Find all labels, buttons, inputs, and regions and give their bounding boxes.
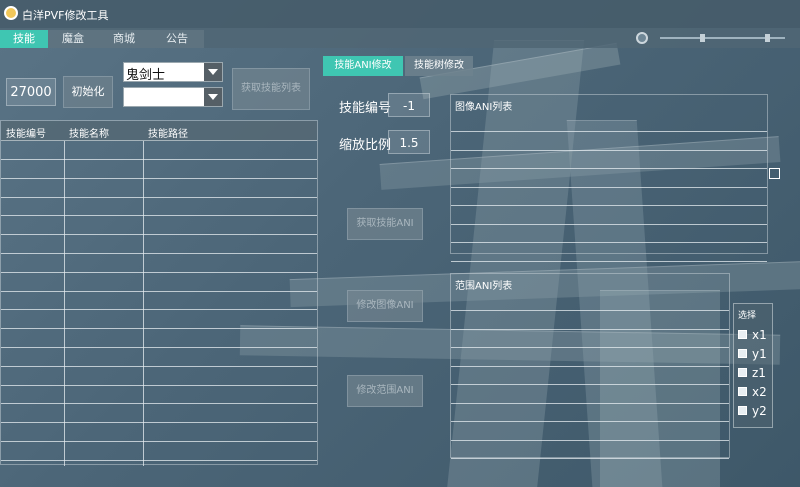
tab-skill-ani[interactable]: 技能ANI修改	[323, 56, 403, 76]
tab-skill[interactable]: 技能	[0, 30, 48, 48]
option-label: x2	[752, 385, 767, 399]
table-row[interactable]	[1, 422, 317, 424]
table-row[interactable]	[1, 365, 317, 367]
chevron-down-icon[interactable]	[204, 63, 222, 81]
list-item[interactable]	[451, 168, 767, 169]
table-row[interactable]	[1, 384, 317, 386]
option-label: y2	[752, 404, 767, 418]
tab-notice[interactable]: 公告	[150, 30, 204, 48]
table-row[interactable]	[1, 347, 317, 348]
col-header-path: 技能路径	[148, 129, 188, 140]
get-skill-list-button[interactable]: 获取技能列表	[232, 68, 310, 110]
app-title: 白洋PVF修改工具	[22, 9, 109, 22]
list-item[interactable]	[451, 458, 729, 459]
get-ani-button[interactable]: 获取技能ANI	[347, 208, 423, 240]
list-item[interactable]	[451, 242, 767, 243]
col-header-name: 技能名称	[69, 129, 109, 140]
list-item[interactable]	[451, 347, 729, 348]
skill-id-field[interactable]: -1	[388, 93, 430, 117]
column-divider	[64, 141, 65, 466]
table-row[interactable]	[1, 253, 317, 254]
tab-mall[interactable]: 商城	[98, 30, 150, 48]
tab-magic-box[interactable]: 魔盒	[48, 30, 98, 48]
range-ani-list[interactable]: 范围ANI列表	[450, 273, 730, 459]
table-row[interactable]	[1, 271, 317, 273]
skill-table[interactable]: 技能编号 技能名称 技能路径	[0, 120, 318, 466]
list-item[interactable]	[451, 260, 767, 262]
scale-label: 缩放比例	[339, 138, 392, 153]
image-ani-list[interactable]: 图像ANI列表	[450, 94, 768, 262]
table-header: 技能编号 技能名称 技能路径	[1, 121, 317, 141]
table-row[interactable]	[1, 309, 317, 311]
slider-handle[interactable]	[700, 34, 705, 42]
list-item[interactable]	[451, 310, 729, 311]
code-field[interactable]: 27000	[6, 78, 56, 106]
table-row[interactable]	[1, 234, 317, 236]
list-item[interactable]	[451, 439, 729, 441]
checkbox[interactable]	[738, 349, 747, 358]
checkbox[interactable]	[738, 368, 747, 377]
table-row[interactable]	[1, 177, 317, 179]
skill-id-label: 技能编号	[339, 101, 392, 116]
col-header-id: 技能编号	[6, 129, 46, 140]
list-item[interactable]	[451, 205, 767, 206]
job-select-value: 鬼剑士	[126, 68, 166, 83]
slider-handle-end[interactable]	[765, 34, 770, 42]
checkbox[interactable]	[738, 387, 747, 396]
list-item[interactable]	[451, 365, 729, 367]
table-row[interactable]	[1, 159, 317, 160]
tab-skill-tree[interactable]: 技能树修改	[405, 56, 473, 76]
list-item[interactable]	[451, 223, 767, 225]
option-label: x1	[752, 328, 767, 342]
job-select[interactable]: 鬼剑士	[123, 62, 223, 83]
list-item[interactable]	[451, 421, 729, 422]
chevron-down-icon[interactable]	[204, 88, 222, 106]
option-label: y1	[752, 347, 767, 361]
table-row[interactable]	[1, 215, 317, 217]
title-bar: 白洋PVF修改工具	[0, 0, 800, 28]
list-item[interactable]	[451, 131, 767, 132]
init-button[interactable]: 初始化	[63, 76, 113, 108]
list-item[interactable]	[451, 402, 729, 404]
table-row[interactable]	[1, 441, 317, 442]
table-row[interactable]	[1, 328, 317, 330]
axis-select-panel: 选择 x1 y1 z1 x2 y2	[733, 303, 773, 428]
table-row[interactable]	[1, 459, 317, 461]
table-row[interactable]	[1, 403, 317, 405]
table-row[interactable]	[1, 290, 317, 292]
list-item[interactable]	[451, 384, 729, 385]
range-ani-list-title: 范围ANI列表	[455, 281, 513, 292]
list-item[interactable]	[451, 149, 767, 151]
scale-field[interactable]: 1.5	[388, 130, 430, 154]
image-ani-list-title: 图像ANI列表	[455, 102, 513, 113]
column-divider	[143, 141, 144, 466]
option-label: z1	[752, 366, 766, 380]
toggle-checkbox[interactable]	[769, 168, 780, 179]
list-item[interactable]	[451, 186, 767, 188]
settings-dial-icon[interactable]	[636, 32, 648, 44]
list-item[interactable]	[451, 328, 729, 330]
app-logo-icon	[4, 6, 18, 20]
modify-range-ani-button[interactable]: 修改范围ANI	[347, 375, 423, 407]
checkbox[interactable]	[738, 406, 747, 415]
subjob-select[interactable]	[123, 87, 223, 107]
checkbox[interactable]	[738, 330, 747, 339]
select-panel-title: 选择	[738, 311, 757, 321]
table-row[interactable]	[1, 196, 317, 198]
modify-image-ani-button[interactable]: 修改图像ANI	[347, 290, 423, 322]
